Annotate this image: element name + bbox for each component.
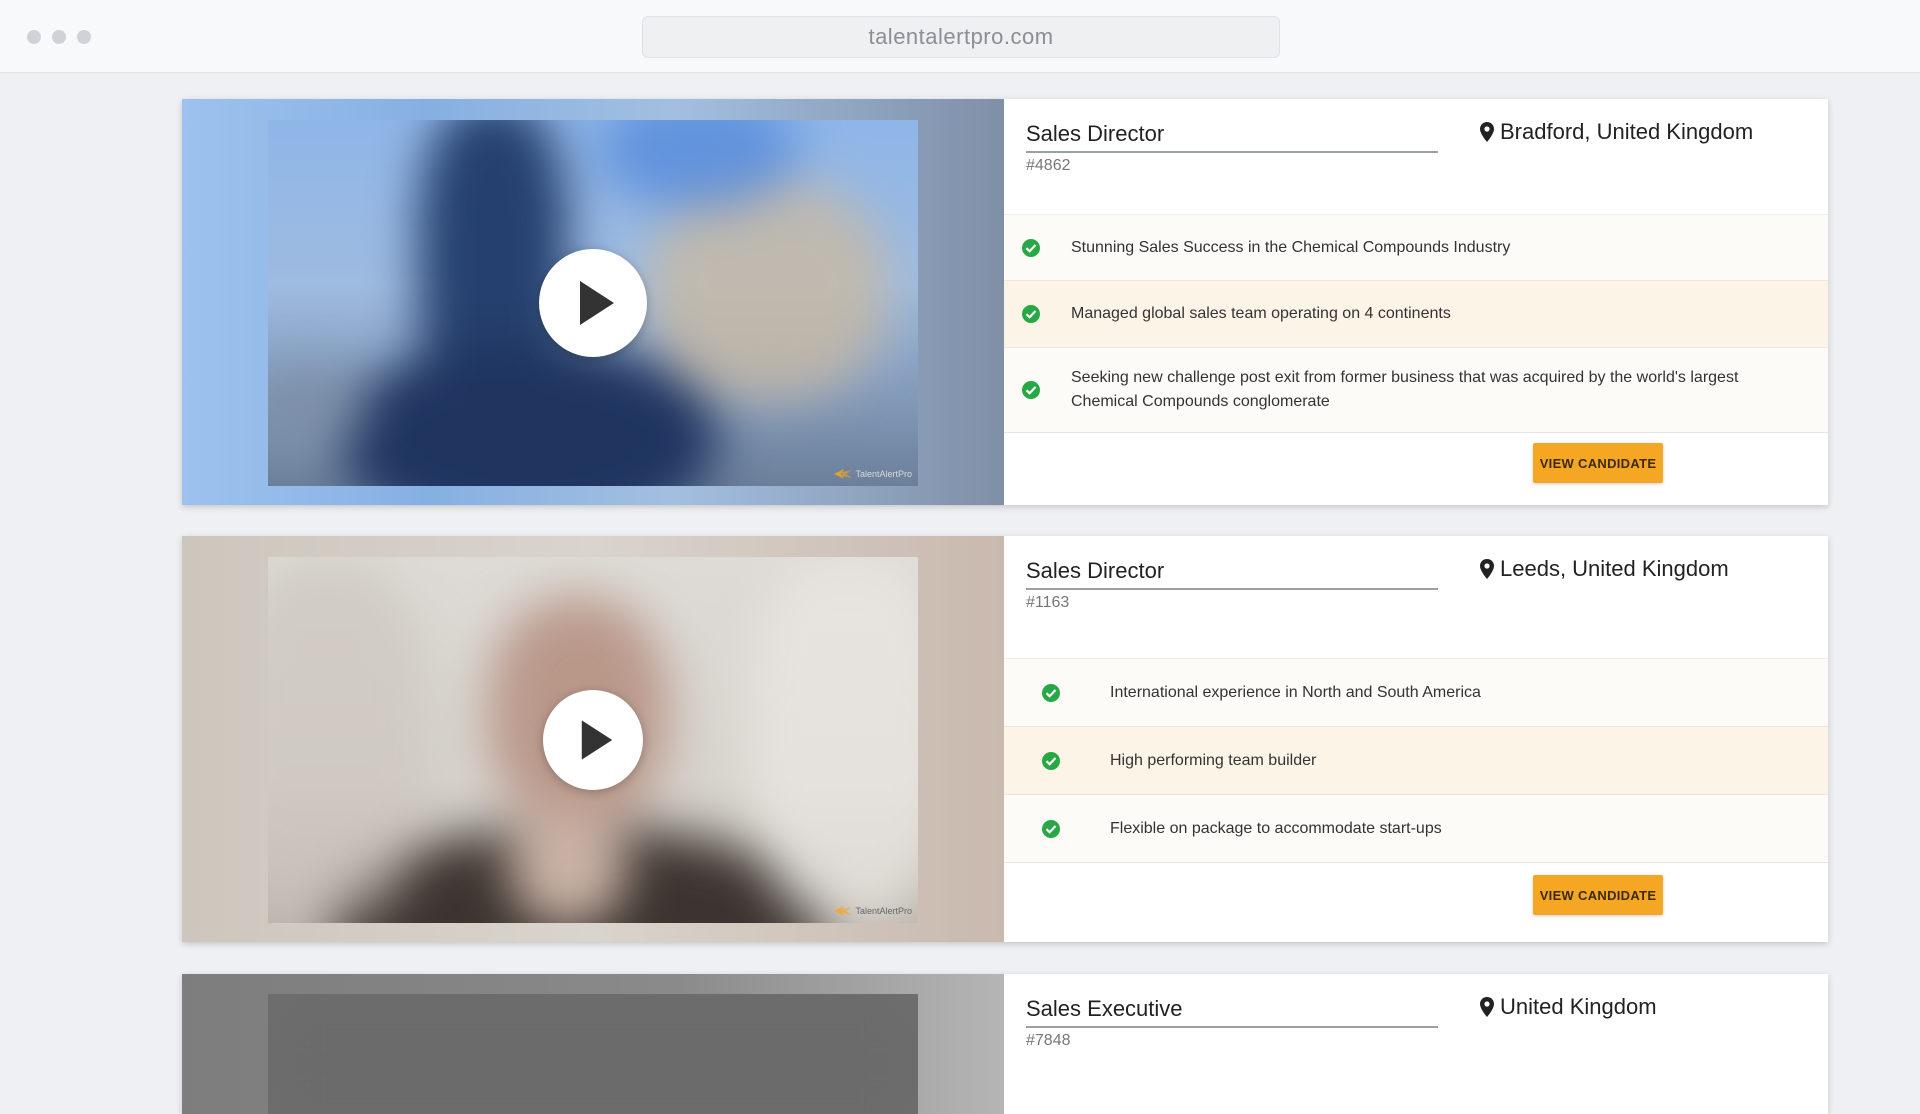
watermark-text: TalentAlertPro	[855, 469, 912, 479]
list-item: Stunning Sales Success in the Chemical C…	[1004, 214, 1828, 281]
view-candidate-button[interactable]: VIEW CANDIDATE	[1533, 443, 1663, 483]
window-maximize-dot[interactable]	[77, 30, 91, 44]
check-circle-icon	[1022, 305, 1040, 323]
candidate-info: Sales Director #1163 Leeds, United Kingd…	[1004, 536, 1828, 942]
video-frame: TalentAlertPro	[268, 120, 918, 486]
browser-chrome: talentalertpro.com	[0, 0, 1920, 73]
window-controls	[27, 30, 91, 44]
candidate-card: TalentAlertPro Sales Director #4862 Brad…	[182, 99, 1828, 505]
check-circle-icon	[1022, 238, 1040, 257]
job-location: Leeds, United Kingdom	[1480, 556, 1729, 582]
highlight-text: International experience in North and So…	[1110, 683, 1481, 701]
video-frame: TalentAlertPro	[268, 557, 918, 923]
highlight-text: High performing team builder	[1110, 751, 1317, 769]
job-id: #4862	[1026, 157, 1071, 174]
job-title: Sales Director	[1026, 121, 1438, 153]
list-item: Managed global sales team operating on 4…	[1004, 281, 1828, 348]
video-frame	[268, 994, 918, 1114]
highlights-list: International experience in North and So…	[1004, 658, 1828, 863]
list-item: Seeking new challenge post exit from for…	[1004, 348, 1828, 433]
list-item: International experience in North and So…	[1004, 658, 1828, 727]
location-text: Bradford, United Kingdom	[1500, 119, 1754, 144]
highlight-text: Managed global sales team operating on 4…	[1071, 305, 1451, 322]
window-minimize-dot[interactable]	[52, 30, 66, 44]
logo-icon	[834, 469, 853, 479]
job-location: Bradford, United Kingdom	[1480, 119, 1753, 145]
check-circle-icon	[1042, 751, 1060, 770]
play-button[interactable]	[543, 690, 643, 790]
location-text: United Kingdom	[1500, 994, 1657, 1019]
job-id: #7848	[1026, 1032, 1071, 1049]
highlight-text: Seeking new challenge post exit from for…	[1071, 369, 1739, 410]
address-bar[interactable]: talentalertpro.com	[642, 16, 1280, 58]
address-bar-url: talentalertpro.com	[868, 24, 1054, 49]
job-title: Sales Executive	[1026, 996, 1438, 1028]
candidate-card: TalentAlertPro Sales Director #1163 Leed…	[182, 536, 1828, 942]
watermark-text: TalentAlertPro	[855, 906, 912, 916]
list-item: High performing team builder	[1004, 727, 1828, 795]
location-pin-icon	[1480, 122, 1494, 142]
highlight-text: Flexible on package to accommodate start…	[1110, 819, 1442, 837]
location-pin-icon	[1480, 559, 1494, 579]
candidate-video[interactable]	[182, 974, 1004, 1114]
job-title: Sales Director	[1026, 558, 1438, 590]
video-watermark: TalentAlertPro	[834, 468, 912, 480]
candidate-video[interactable]: TalentAlertPro	[182, 99, 1004, 505]
job-id: #1163	[1026, 594, 1070, 611]
check-circle-icon	[1042, 683, 1060, 702]
video-watermark: TalentAlertPro	[834, 905, 912, 917]
candidate-info: Sales Director #4862 Bradford, United Ki…	[1004, 99, 1828, 505]
highlights-list: Stunning Sales Success in the Chemical C…	[1004, 214, 1828, 433]
play-icon	[581, 720, 613, 760]
play-button[interactable]	[539, 249, 647, 357]
window-close-dot[interactable]	[27, 30, 41, 44]
check-circle-icon	[1042, 819, 1060, 838]
highlight-text: Stunning Sales Success in the Chemical C…	[1071, 238, 1511, 256]
candidate-card: Sales Executive #7848 United Kingdom	[182, 974, 1828, 1114]
check-circle-icon	[1022, 381, 1040, 399]
logo-icon	[834, 906, 853, 916]
candidate-info: Sales Executive #7848 United Kingdom	[1004, 974, 1828, 1114]
location-text: Leeds, United Kingdom	[1500, 556, 1729, 581]
candidate-video[interactable]: TalentAlertPro	[182, 536, 1004, 942]
play-icon	[580, 281, 614, 325]
job-location: United Kingdom	[1480, 994, 1657, 1020]
location-pin-icon	[1480, 997, 1494, 1017]
view-candidate-button[interactable]: VIEW CANDIDATE	[1533, 875, 1663, 915]
list-item: Flexible on package to accommodate start…	[1004, 795, 1828, 863]
